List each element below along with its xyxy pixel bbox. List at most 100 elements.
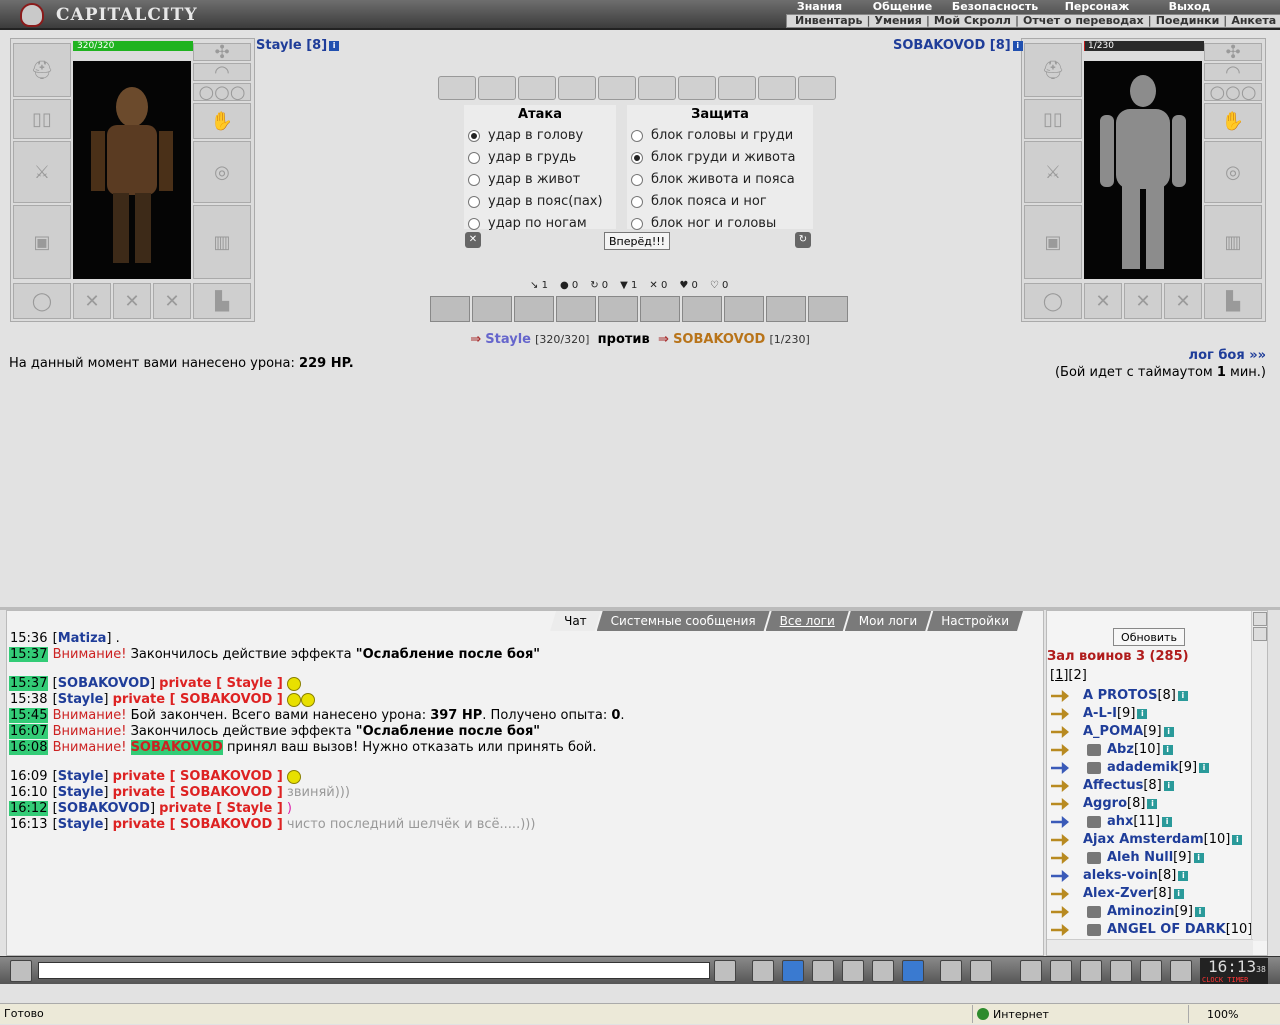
- belt-slot[interactable]: ◯: [1024, 283, 1082, 319]
- trick-slot[interactable]: [640, 296, 680, 322]
- menu-character[interactable]: Персонаж: [1046, 0, 1148, 14]
- user-name[interactable]: Alex-Zver[8]i: [1083, 885, 1184, 903]
- info-icon[interactable]: i: [1163, 745, 1173, 755]
- belt-slot[interactable]: ◯: [13, 283, 71, 319]
- user-name[interactable]: Abz[10]i: [1107, 741, 1173, 759]
- radio-button[interactable]: [468, 196, 480, 208]
- info-icon[interactable]: i: [1164, 781, 1174, 791]
- fight-invite-icon[interactable]: [1051, 708, 1069, 720]
- tab-system[interactable]: Системные сообщения: [597, 611, 770, 631]
- user-row[interactable]: Alex-Zver[8]i: [1049, 885, 1249, 903]
- radio-button[interactable]: [631, 218, 643, 230]
- tab-all-logs[interactable]: Все логи: [766, 611, 849, 631]
- user-name[interactable]: Ajax Amsterdam[10]i: [1083, 831, 1242, 849]
- user-name[interactable]: A-L-I[9]i: [1083, 705, 1147, 723]
- weapon-slot[interactable]: ⚔: [13, 141, 71, 203]
- attack-option-chest[interactable]: удар в грудь: [464, 147, 616, 169]
- versus-player[interactable]: Stayle: [485, 332, 531, 347]
- fight-invite-icon[interactable]: [1051, 888, 1069, 900]
- send-button[interactable]: [714, 960, 736, 982]
- zoom-level[interactable]: 100%: [1188, 1005, 1238, 1023]
- info-icon[interactable]: i: [1178, 871, 1188, 881]
- trap-button[interactable]: [1110, 960, 1132, 982]
- fight-invite-icon[interactable]: [1051, 744, 1069, 756]
- user-name[interactable]: aleks-voin[8]i: [1083, 867, 1188, 885]
- submenu-profile[interactable]: Анкета: [1231, 15, 1276, 27]
- weapon-slot[interactable]: ⚔: [1024, 141, 1082, 203]
- user-row[interactable]: ANGEL OF DARK[10]i: [1049, 921, 1249, 939]
- fight-button[interactable]: [842, 960, 864, 982]
- cancel-icon[interactable]: ✕: [465, 232, 481, 248]
- chat-mode-button[interactable]: [10, 960, 32, 982]
- info-icon[interactable]: i: [1195, 907, 1205, 917]
- sound-button[interactable]: [902, 960, 924, 982]
- earring-slot[interactable]: ✣: [193, 43, 251, 61]
- scroll-slot[interactable]: [438, 76, 476, 100]
- user-name[interactable]: Aleh Null[9]i: [1107, 849, 1204, 867]
- user-row[interactable]: A_POMA[9]i: [1049, 723, 1249, 741]
- fight-invite-icon[interactable]: [1051, 834, 1069, 846]
- page-2[interactable]: 2: [1074, 668, 1082, 683]
- trick-slot[interactable]: [808, 296, 848, 322]
- user-row[interactable]: aleks-voin[8]i: [1049, 867, 1249, 885]
- fight-invite-icon[interactable]: [1051, 870, 1069, 882]
- menu-security[interactable]: Безопасность: [944, 0, 1046, 14]
- fight-invite-icon[interactable]: [1051, 762, 1069, 774]
- filter-button[interactable]: [782, 960, 804, 982]
- player-avatar[interactable]: [73, 61, 191, 279]
- user-name[interactable]: ANGEL OF DARK[10]i: [1107, 921, 1264, 939]
- attack-option-head[interactable]: удар в голову: [464, 125, 616, 147]
- info-icon[interactable]: i: [1013, 41, 1023, 51]
- helmet-button[interactable]: [970, 960, 992, 982]
- user-name[interactable]: adademik[9]i: [1107, 759, 1209, 777]
- info-icon[interactable]: i: [1162, 817, 1172, 827]
- rune-slot-3[interactable]: ✕: [1164, 283, 1202, 319]
- defense-option-2[interactable]: блок груди и живота: [627, 147, 813, 169]
- info-icon[interactable]: i: [1232, 835, 1242, 845]
- scroll-slot[interactable]: [478, 76, 516, 100]
- defense-option-4[interactable]: блок пояса и ног: [627, 191, 813, 213]
- user-name[interactable]: Affectus[8]i: [1083, 777, 1174, 795]
- boots-slot[interactable]: ▙: [1204, 283, 1262, 319]
- hands-button[interactable]: [1080, 960, 1102, 982]
- attack-option-groin[interactable]: удар в пояс(пах): [464, 191, 616, 213]
- user-row[interactable]: Abz[10]i: [1049, 741, 1249, 759]
- player-name[interactable]: Stayle [8]i: [256, 38, 339, 53]
- submenu-fights[interactable]: Поединки: [1156, 15, 1220, 27]
- submenu-transfers[interactable]: Отчет о переводах: [1023, 15, 1144, 27]
- translit-button[interactable]: [872, 960, 894, 982]
- helmet-slot[interactable]: ⛑: [1024, 43, 1082, 97]
- boots-slot[interactable]: ▙: [193, 283, 251, 319]
- radio-button[interactable]: [631, 174, 643, 186]
- scroll-slot[interactable]: [798, 76, 836, 100]
- submenu-scroll[interactable]: Мой Скролл: [934, 15, 1011, 27]
- horizontal-scrollbar[interactable]: [1047, 939, 1253, 955]
- user-name[interactable]: A PROTOS[8]i: [1083, 687, 1188, 705]
- bracers-slot[interactable]: ▯▯: [1024, 99, 1082, 139]
- trick-slot[interactable]: [472, 296, 512, 322]
- info-icon[interactable]: i: [1164, 727, 1174, 737]
- save-button[interactable]: [812, 960, 834, 982]
- amulet-slot[interactable]: ◠: [193, 63, 251, 81]
- rune-slot-3[interactable]: ✕: [153, 283, 191, 319]
- info-icon[interactable]: i: [1137, 709, 1147, 719]
- armor-slot[interactable]: ▣: [1024, 205, 1082, 279]
- user-row[interactable]: Aggro[8]i: [1049, 795, 1249, 813]
- user-row[interactable]: adademik[9]i: [1049, 759, 1249, 777]
- menu-communication[interactable]: Общение: [861, 0, 944, 14]
- trick-slot[interactable]: [724, 296, 764, 322]
- menu-knowledge[interactable]: Знания: [778, 0, 861, 14]
- scroll-up-icon[interactable]: [1253, 612, 1267, 626]
- defense-option-1[interactable]: блок головы и груди: [627, 125, 813, 147]
- refresh-button[interactable]: Обновить: [1113, 628, 1185, 646]
- house-button[interactable]: [1140, 960, 1162, 982]
- scroll-slot[interactable]: [518, 76, 556, 100]
- potion-button[interactable]: [1020, 960, 1042, 982]
- fight-invite-icon[interactable]: [1051, 852, 1069, 864]
- user-name[interactable]: ahx[11]i: [1107, 813, 1172, 831]
- user-row[interactable]: Ajax Amsterdam[10]i: [1049, 831, 1249, 849]
- rune-slot-2[interactable]: ✕: [1124, 283, 1162, 319]
- page-1[interactable]: 1: [1055, 668, 1063, 683]
- opponent-name[interactable]: SOBAKOVOD [8]i: [893, 38, 1023, 53]
- bracers-slot[interactable]: ▯▯: [13, 99, 71, 139]
